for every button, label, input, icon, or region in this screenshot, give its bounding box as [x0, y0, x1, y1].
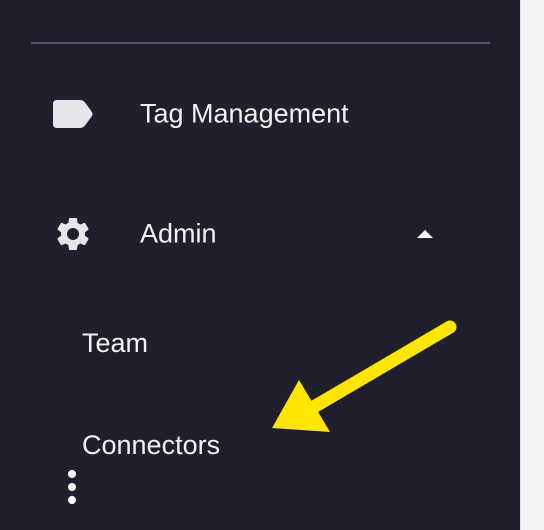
sidebar-subitem-team[interactable]: Team [82, 328, 148, 359]
tag-icon [52, 93, 94, 135]
sidebar-divider [31, 42, 490, 44]
chevron-up-icon[interactable] [410, 224, 440, 244]
sidebar: Tag Management Admin Team Connectors [0, 0, 520, 530]
sidebar-item-label: Admin [140, 218, 217, 249]
main-content-edge [520, 0, 544, 530]
sidebar-item-admin[interactable]: Admin [30, 206, 490, 262]
gear-icon [52, 213, 94, 255]
sidebar-item-tag-management[interactable]: Tag Management [30, 86, 490, 142]
sidebar-subitem-connectors[interactable]: Connectors [82, 430, 220, 461]
sidebar-item-label: Tag Management [140, 98, 349, 129]
more-options-icon[interactable] [62, 468, 82, 506]
